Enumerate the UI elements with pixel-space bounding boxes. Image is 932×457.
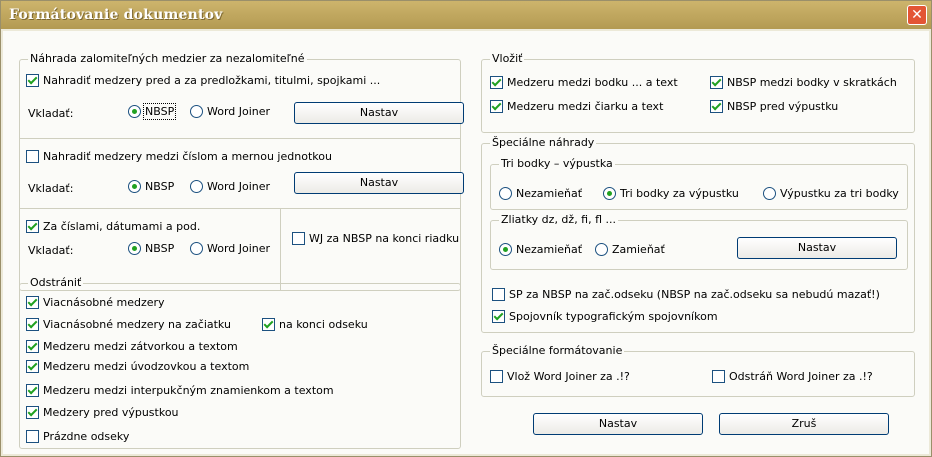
insert-nbsp-abbrev[interactable]: NBSP medzi bodky v skratkách xyxy=(710,76,897,89)
radio-dot[interactable] xyxy=(763,187,776,200)
checkbox-box[interactable] xyxy=(26,430,39,443)
ligatures-keep-radio[interactable]: Nezamieňať xyxy=(499,243,582,256)
special-replacements-legend: Špeciálne náhrady xyxy=(490,136,597,149)
sp-nbsp-paragraph-checkbox[interactable]: SP za NBSP na zač.odseku (NBSP na zač.od… xyxy=(492,288,880,301)
three-dots-to-ellipsis-radio[interactable]: Tri bodky za výpustku xyxy=(603,187,739,200)
checkbox-box[interactable] xyxy=(26,220,39,233)
remove-spaces-end[interactable]: na konci odseku xyxy=(262,318,368,331)
radio-dot[interactable] xyxy=(190,242,203,255)
ligatures-legend: Zliatky dz, dž, fi, fl ... xyxy=(499,213,619,226)
radio-dot[interactable] xyxy=(499,187,512,200)
radio-dot[interactable] xyxy=(128,242,141,255)
checkbox-box[interactable] xyxy=(490,100,503,113)
checkbox-box[interactable] xyxy=(292,232,305,245)
checkbox-box[interactable] xyxy=(490,76,503,89)
insert-label: Vkladať: xyxy=(28,107,74,120)
insert-label: Vkladať: xyxy=(28,244,74,257)
radio-dot[interactable] xyxy=(499,243,512,256)
checkbox-box[interactable] xyxy=(26,296,39,309)
radio-dot[interactable] xyxy=(128,105,141,118)
insert-label: Vkladať: xyxy=(28,182,74,195)
hyphen-typographic-checkbox[interactable]: Spojovník typografickým spojovníkom xyxy=(492,310,718,323)
insert-legend: Vložiť xyxy=(490,52,525,65)
checkbox-box[interactable] xyxy=(26,384,39,397)
replace-number-unit-checkbox[interactable]: Nahradiť medzery medzi číslom a mernou j… xyxy=(26,150,332,163)
dialog-body: Náhrada zalomiteľných medzier za nezalom… xyxy=(3,31,929,454)
ligatures-nastav-button[interactable]: Nastav xyxy=(737,237,897,259)
replace-spaces-legend: Náhrada zalomiteľných medzier za nezalom… xyxy=(28,52,307,65)
radio-dot[interactable] xyxy=(603,187,616,200)
insert-group: Vložiť Medzeru medzi bodku ... a text NB… xyxy=(481,52,915,133)
cancel-button[interactable]: Zruš xyxy=(719,413,889,435)
remove-empty-paragraphs[interactable]: Prázdne odseky xyxy=(26,430,129,443)
divider xyxy=(20,208,460,209)
remove-group: Odstrániť Viacnásobné medzery Viacnásobn… xyxy=(19,276,461,449)
remove-multiple-spaces-start[interactable]: Viacnásobné medzery na začiatku xyxy=(26,318,231,331)
checkbox-box[interactable] xyxy=(262,318,275,331)
close-icon: ✕ xyxy=(911,7,923,23)
checkbox-box[interactable] xyxy=(490,370,503,383)
ellipsis-to-three-dots-radio[interactable]: Výpustku za tri bodky xyxy=(763,187,899,200)
checkbox-box[interactable] xyxy=(26,150,39,163)
window-title: Formátovanie dokumentov xyxy=(9,7,223,23)
nastav-button[interactable]: Nastav xyxy=(533,413,703,435)
checkbox-box[interactable] xyxy=(26,318,39,331)
ligatures-replace-radio[interactable]: Zamieňať xyxy=(595,243,665,256)
remove-space-parenthesis[interactable]: Medzeru medzi zátvorkou a textom xyxy=(26,340,238,353)
divider xyxy=(280,208,281,290)
checkbox-box[interactable] xyxy=(712,370,725,383)
radio-wj-3[interactable]: Word Joiner xyxy=(190,242,270,255)
nastav-button-2[interactable]: Nastav xyxy=(294,172,464,194)
remove-legend: Odstrániť xyxy=(28,276,84,289)
checkbox-box[interactable] xyxy=(492,288,505,301)
radio-nbsp-3[interactable]: NBSP xyxy=(128,242,174,255)
remove-multiple-spaces[interactable]: Viacnásobné medzery xyxy=(26,296,165,309)
title-bar[interactable]: Formátovanie dokumentov ✕ xyxy=(1,1,931,29)
insert-dash-text[interactable]: Medzeru medzi čiarku a text xyxy=(490,100,663,113)
checkbox-box[interactable] xyxy=(26,340,39,353)
radio-nbsp-2[interactable]: NBSP xyxy=(128,180,174,193)
divider xyxy=(20,138,460,139)
checkbox-box[interactable] xyxy=(492,310,505,323)
special-formatting-group: Špeciálne formátovanie Vlož Word Joiner … xyxy=(481,344,915,397)
special-formatting-legend: Špeciálne formátovanie xyxy=(490,344,625,357)
format-documents-dialog: Formátovanie dokumentov ✕ Náhrada zalomi… xyxy=(0,0,932,457)
radio-dot[interactable] xyxy=(190,180,203,193)
radio-wj-2[interactable]: Word Joiner xyxy=(190,180,270,193)
checkbox-box[interactable] xyxy=(710,76,723,89)
replace-prepositions-checkbox[interactable]: Nahradiť medzery pred a za predložkami, … xyxy=(26,74,380,87)
checkbox-box[interactable] xyxy=(26,360,39,373)
radio-dot[interactable] xyxy=(128,180,141,193)
radio-dot[interactable] xyxy=(190,105,203,118)
remove-space-quote[interactable]: Medzeru medzi úvodzovkou a textom xyxy=(26,360,249,373)
replace-spaces-group: Náhrada zalomiteľných medzier za nezalom… xyxy=(19,52,464,291)
remove-space-punctuation[interactable]: Medzeru medzi interpukčným znamienkom a … xyxy=(26,384,334,397)
remove-word-joiner-checkbox[interactable]: Odstráň Word Joiner za .!? xyxy=(712,370,873,383)
three-dots-keep-radio[interactable]: Nezamieňať xyxy=(499,187,582,200)
checkbox-box[interactable] xyxy=(26,74,39,87)
insert-word-joiner-checkbox[interactable]: Vlož Word Joiner za .!? xyxy=(490,370,630,383)
radio-wj-1[interactable]: Word Joiner xyxy=(190,105,270,118)
radio-nbsp-1[interactable]: NBSP xyxy=(128,103,177,120)
insert-nbsp-ellipsis[interactable]: NBSP pred výpustku xyxy=(710,100,838,113)
close-button[interactable]: ✕ xyxy=(907,5,927,25)
ligatures-group: Zliatky dz, dž, fi, fl ... Nezamieňať Za… xyxy=(490,213,908,270)
nastav-button-1[interactable]: Nastav xyxy=(294,102,464,124)
three-dots-legend: Tri bodky – výpustka xyxy=(499,157,615,170)
checkbox-box[interactable] xyxy=(26,406,39,419)
radio-dot[interactable] xyxy=(595,243,608,256)
after-numbers-checkbox[interactable]: Za číslami, dátumami a pod. xyxy=(26,220,200,233)
wj-end-line-checkbox[interactable]: WJ za NBSP na konci riadku xyxy=(292,232,459,245)
special-replacements-group: Špeciálne náhrady Tri bodky – výpustka N… xyxy=(481,136,915,333)
checkbox-box[interactable] xyxy=(710,100,723,113)
three-dots-group: Tri bodky – výpustka Nezamieňať Tri bodk… xyxy=(490,157,908,210)
remove-space-ellipsis[interactable]: Medzery pred výpustkou xyxy=(26,406,179,419)
insert-dot-text[interactable]: Medzeru medzi bodku ... a text xyxy=(490,76,678,89)
